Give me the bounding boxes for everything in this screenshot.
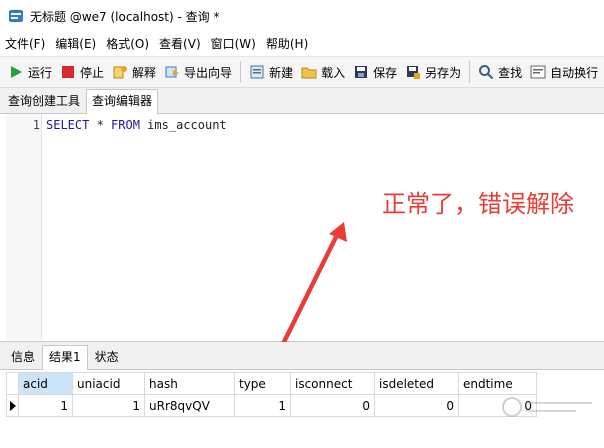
- tab-result1[interactable]: 结果1: [42, 345, 88, 370]
- save-as-label: 另存为: [425, 65, 462, 80]
- save-button[interactable]: 保存: [349, 59, 401, 85]
- stop-icon: [62, 66, 75, 78]
- title-bar: 无标题 @we7 (localhost) - 查询 *: [0, 0, 604, 32]
- current-row-indicator-icon: [9, 401, 16, 411]
- toolbar-separator: [469, 61, 471, 83]
- explain-button[interactable]: 解释: [108, 59, 160, 85]
- menu-view[interactable]: 查看(V): [154, 32, 206, 56]
- line-number: 1: [32, 118, 40, 132]
- menu-bar: 文件(F) 编辑(E) 格式(O) 查看(V) 窗口(W) 帮助(H): [0, 32, 604, 56]
- word-wrap-icon: [530, 65, 546, 79]
- export-wizard-label: 导出向导: [184, 65, 233, 80]
- save-as-icon: [407, 66, 421, 79]
- folder-icon: [301, 67, 317, 79]
- cell-acid[interactable]: 1: [18, 394, 73, 417]
- run-button[interactable]: 运行: [4, 59, 56, 85]
- tab-info[interactable]: 信息: [4, 345, 42, 369]
- cell-hash[interactable]: uRr8qvQV: [144, 394, 235, 417]
- new-query-icon: [250, 65, 264, 79]
- watermark-logo: [502, 397, 592, 417]
- tab-query-builder[interactable]: 查询创建工具: [2, 89, 86, 113]
- sql-table-name: ims_account: [139, 118, 227, 132]
- tab-status[interactable]: 状态: [88, 345, 126, 369]
- menu-help[interactable]: 帮助(H): [261, 32, 313, 56]
- tab-query-editor[interactable]: 查询编辑器: [86, 89, 159, 114]
- sql-keyword-from: FROM: [111, 118, 140, 132]
- menu-format[interactable]: 格式(O): [101, 32, 154, 56]
- row-selector[interactable]: [6, 394, 19, 417]
- explain-label: 解释: [132, 65, 157, 80]
- annotation-text: 正常了，错误解除: [382, 190, 574, 218]
- auto-wrap-label: 自动换行: [550, 65, 599, 80]
- cell-isconnect[interactable]: 0: [290, 394, 375, 417]
- save-label: 保存: [373, 65, 398, 80]
- load-label: 载入: [321, 65, 346, 80]
- header-row: acid uniacid hash type isconnect isdelet…: [6, 372, 537, 395]
- explain-icon: [113, 66, 128, 79]
- table-row[interactable]: 1 1 uRr8qvQV 1 0 0 0: [6, 394, 537, 417]
- result-tab-bar: 信息 结果1 状态: [0, 342, 604, 370]
- window-title: 无标题 @we7 (localhost) - 查询 *: [30, 9, 220, 24]
- sql-star: *: [89, 118, 112, 132]
- auto-wrap-button[interactable]: 自动换行: [526, 59, 602, 85]
- sql-code-line: SELECT * FROM ims_account: [46, 118, 227, 132]
- column-header-isdeleted[interactable]: isdeleted: [374, 372, 459, 395]
- column-header-acid[interactable]: acid: [18, 372, 73, 395]
- line-number-gutter: 1: [6, 114, 42, 340]
- navicat-app-icon: [9, 10, 23, 22]
- save-icon: [355, 66, 368, 78]
- new-label: 新建: [269, 65, 294, 80]
- search-icon: [479, 65, 494, 80]
- play-icon: [11, 66, 22, 78]
- run-label: 运行: [28, 65, 53, 80]
- menu-window[interactable]: 窗口(W): [206, 32, 261, 56]
- column-header-isconnect[interactable]: isconnect: [290, 372, 375, 395]
- result-table: acid uniacid hash type isconnect isdelet…: [6, 372, 537, 417]
- column-header-uniacid[interactable]: uniacid: [72, 372, 145, 395]
- find-button[interactable]: 查找: [474, 59, 526, 85]
- find-label: 查找: [498, 65, 523, 80]
- export-icon: [165, 66, 180, 78]
- row-header-corner: [6, 372, 19, 395]
- toolbar: 运行 停止 解释 导出向导 新建 载入 保存 另存为 查找 自动换行: [0, 56, 604, 88]
- menu-file[interactable]: 文件(F): [0, 32, 50, 56]
- save-as-button[interactable]: 另存为: [401, 59, 465, 85]
- menu-edit[interactable]: 编辑(E): [50, 32, 101, 56]
- load-button[interactable]: 载入: [297, 59, 349, 85]
- cell-uniacid[interactable]: 1: [72, 394, 145, 417]
- sql-editor[interactable]: 1 SELECT * FROM ims_account: [0, 114, 604, 342]
- column-header-type[interactable]: type: [234, 372, 291, 395]
- sql-keyword-select: SELECT: [46, 118, 90, 132]
- export-wizard-button[interactable]: 导出向导: [160, 59, 236, 85]
- stop-button[interactable]: 停止: [56, 59, 108, 85]
- new-button[interactable]: 新建: [245, 59, 297, 85]
- stop-label: 停止: [80, 65, 105, 80]
- cell-type[interactable]: 1: [234, 394, 291, 417]
- editor-tab-bar: 查询创建工具 查询编辑器: [0, 88, 604, 114]
- toolbar-separator: [240, 61, 242, 83]
- column-header-hash[interactable]: hash: [144, 372, 235, 395]
- cell-isdeleted[interactable]: 0: [374, 394, 459, 417]
